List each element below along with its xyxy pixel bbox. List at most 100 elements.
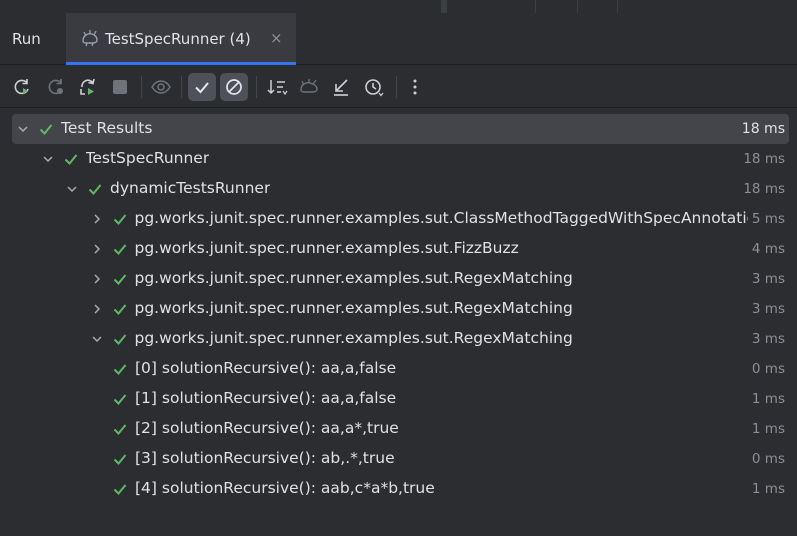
passed-check-icon <box>113 364 127 375</box>
chevron-down-icon[interactable] <box>41 152 55 166</box>
import-tests-icon <box>300 79 318 93</box>
duration-label: 3 ms <box>747 271 785 287</box>
tree-node-label: pg.works.junit.spec.runner.examples.sut.… <box>134 239 519 257</box>
tree-node[interactable]: pg.works.junit.spec.runner.examples.sut.… <box>12 234 789 264</box>
tree-node-label: pg.works.junit.spec.runner.examples.sut.… <box>134 209 766 227</box>
duration-label: 5 ms <box>747 211 785 227</box>
show-ignored-button[interactable] <box>147 73 175 101</box>
duration-label: 1 ms <box>747 421 785 437</box>
scrollbar-edge <box>441 0 447 13</box>
passed-check-icon <box>113 274 126 285</box>
collapse-button[interactable] <box>327 73 355 101</box>
show-passed-icon <box>195 82 209 94</box>
duration-label: 3 ms <box>747 301 785 317</box>
run-tool-window-header: Run TestSpecRunner (4) × <box>0 13 797 65</box>
tool-window-title: Run <box>12 30 41 48</box>
passed-check-icon <box>113 454 127 465</box>
show-ignored-filter-toggle[interactable] <box>220 73 248 101</box>
passed-check-icon <box>113 304 126 315</box>
rerun-icon <box>14 79 29 95</box>
toolbar-separator <box>141 76 142 98</box>
passed-check-icon <box>113 424 127 435</box>
duration-label: 1 ms <box>747 481 785 497</box>
passed-check-icon <box>113 214 126 225</box>
chevron-right-icon[interactable] <box>90 302 104 316</box>
show-passed-toggle[interactable] <box>188 73 216 101</box>
toggle-auto-test-icon <box>80 78 95 95</box>
rerun-failed-button[interactable] <box>42 73 70 101</box>
tree-node-label: [4] solutionRecursive(): aab,c*a*b,true <box>135 479 435 497</box>
passed-check-icon <box>113 484 127 495</box>
tree-node[interactable]: [4] solutionRecursive(): aab,c*a*b,true 1… <box>12 474 789 504</box>
close-icon[interactable]: × <box>270 29 283 47</box>
column-divider <box>577 0 578 13</box>
passed-check-icon <box>113 394 127 405</box>
test-history-button[interactable] <box>360 73 388 101</box>
show-ignored-filter-icon <box>226 79 242 95</box>
duration-label: 18 ms <box>737 121 785 137</box>
duration-label: 1 ms <box>747 391 785 407</box>
chevron-down-icon[interactable] <box>90 332 104 346</box>
chevron-down-icon[interactable] <box>65 182 79 196</box>
duration-label: 3 ms <box>747 331 785 347</box>
toolbar-separator <box>181 76 182 98</box>
tree-node[interactable]: pg.works.junit.spec.runner.examples.sut.… <box>12 294 789 324</box>
passed-check-icon <box>88 184 102 195</box>
duration-label: 0 ms <box>747 451 785 467</box>
test-toolbar <box>0 66 797 108</box>
tab-testspecrunner[interactable]: TestSpecRunner (4) × <box>66 13 296 65</box>
tree-node-label: Test Results <box>61 119 153 137</box>
passed-check-icon <box>64 154 77 165</box>
tree-node[interactable]: [3] solutionRecursive(): ab,.*,true 0 ms <box>12 444 789 474</box>
show-ignored-icon <box>151 80 171 94</box>
tree-node[interactable]: dynamicTestsRunner 18 ms <box>12 174 789 204</box>
stop-icon <box>113 80 127 94</box>
passed-check-icon <box>39 124 53 135</box>
tab-active-indicator <box>66 62 296 65</box>
column-divider <box>617 0 618 13</box>
tree-node[interactable]: pg.works.junit.spec.runner.examples.sut.… <box>12 264 789 294</box>
tree-node-label: [3] solutionRecursive(): ab,.*,true <box>135 449 395 467</box>
chevron-down-icon[interactable] <box>16 122 30 136</box>
rerun-button[interactable] <box>8 73 36 101</box>
passed-check-icon <box>113 334 126 345</box>
duration-label: 0 ms <box>747 361 785 377</box>
tree-node[interactable]: [1] solutionRecursive(): aa,a,false 1 ms <box>12 384 789 414</box>
tree-node[interactable]: [2] solutionRecursive(): aa,a*,true 1 ms <box>12 414 789 444</box>
passed-check-icon <box>113 244 126 255</box>
rerun-failed-icon <box>48 79 63 95</box>
chevron-right-icon[interactable] <box>90 272 104 286</box>
tree-node-label: pg.works.junit.spec.runner.examples.sut.… <box>134 269 573 287</box>
duration-label: 18 ms <box>739 181 785 197</box>
duration-label: 4 ms <box>747 241 785 257</box>
tree-node-label: TestSpecRunner <box>85 149 210 167</box>
toggle-auto-test-button[interactable] <box>74 73 102 101</box>
sort-icon <box>267 80 288 96</box>
more-options-button[interactable] <box>401 73 429 101</box>
stop-button[interactable] <box>106 73 134 101</box>
tree-node-label: [0] solutionRecursive(): aa,a,false <box>135 359 397 377</box>
duration-label: 18 ms <box>739 151 785 167</box>
history-icon <box>365 79 384 97</box>
tree-node[interactable]: Test Results 18 ms <box>12 114 789 144</box>
chevron-right-icon[interactable] <box>90 212 104 226</box>
tree-node-label: pg.works.junit.spec.runner.examples.sut.… <box>134 329 573 347</box>
import-tests-button[interactable] <box>295 73 323 101</box>
collapse-icon <box>334 79 348 96</box>
sort-button[interactable] <box>263 73 291 101</box>
editor-top-strip <box>0 0 797 13</box>
tree-node-label: dynamicTestsRunner <box>110 179 271 197</box>
more-icon <box>413 79 417 95</box>
test-runner-icon <box>82 30 98 47</box>
chevron-right-icon[interactable] <box>90 242 104 256</box>
tree-node[interactable]: [0] solutionRecursive(): aa,a,false 0 ms <box>12 354 789 384</box>
tree-node[interactable]: pg.works.junit.spec.runner.examples.sut.… <box>12 324 789 354</box>
toolbar-separator <box>396 76 397 98</box>
tab-title: TestSpecRunner (4) <box>105 30 251 48</box>
tree-node-label: [2] solutionRecursive(): aa,a*,true <box>135 419 399 437</box>
tree-node[interactable]: TestSpecRunner 18 ms <box>12 144 789 174</box>
tree-node-label: pg.works.junit.spec.runner.examples.sut.… <box>134 299 573 317</box>
tree-node[interactable]: pg.works.junit.spec.runner.examples.sut.… <box>12 204 789 234</box>
column-divider <box>535 0 536 13</box>
toolbar-separator <box>256 76 257 98</box>
